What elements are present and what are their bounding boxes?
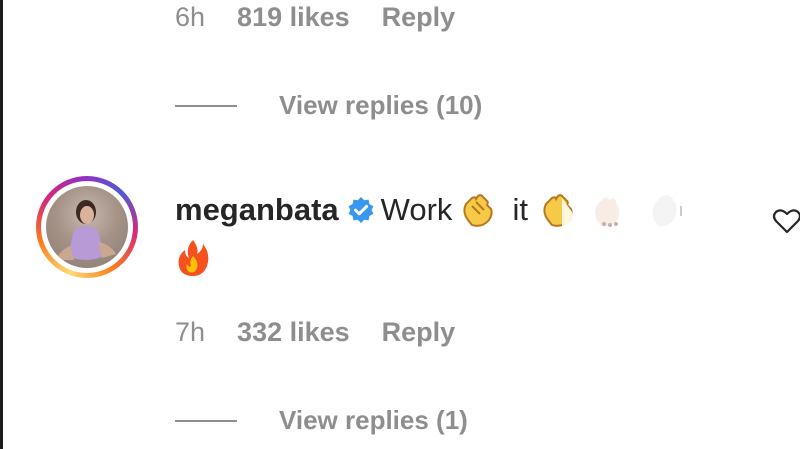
clapping-hands-icon xyxy=(538,190,578,230)
comment-text-work: Work xyxy=(380,192,453,227)
view-replies-label: View replies (1) xyxy=(279,405,468,435)
comment-likes-button[interactable]: 332 likes xyxy=(237,317,350,348)
clapping-hands-icon xyxy=(458,190,498,230)
comment-time: 6h xyxy=(175,2,206,32)
reply-button[interactable]: Reply xyxy=(382,317,456,348)
view-replies-label: View replies (10) xyxy=(279,90,483,120)
avatar-photo xyxy=(56,200,116,260)
story-ring-avatar[interactable] xyxy=(36,176,138,278)
reply-button[interactable]: Reply xyxy=(382,2,456,33)
fire-icon xyxy=(175,238,211,278)
comment-time: 7h xyxy=(175,317,206,347)
view-replies-button[interactable]: View replies (1) xyxy=(175,405,468,436)
clapping-hands-light-icon xyxy=(646,190,686,230)
comment-body: meganbata Work it xyxy=(175,190,692,230)
avatar xyxy=(46,186,128,268)
comment-body-line-2 xyxy=(175,238,211,283)
view-replies-button[interactable]: View replies (10) xyxy=(175,90,482,121)
view-replies-divider xyxy=(175,419,237,422)
comment-username-link[interactable]: meganbata xyxy=(175,192,339,228)
window-left-border xyxy=(0,0,3,449)
verified-badge-icon xyxy=(347,196,375,224)
like-heart-icon[interactable] xyxy=(772,207,800,240)
comment-likes-button[interactable]: 819 likes xyxy=(237,2,350,33)
clapping-hands-light-icon xyxy=(590,190,634,230)
comment-meta: 7h 332 likes Reply xyxy=(175,317,455,348)
comment-meta-previous: 6h 819 likes Reply xyxy=(175,2,455,33)
view-replies-divider xyxy=(175,104,237,107)
comment-text-it: it xyxy=(512,192,528,227)
